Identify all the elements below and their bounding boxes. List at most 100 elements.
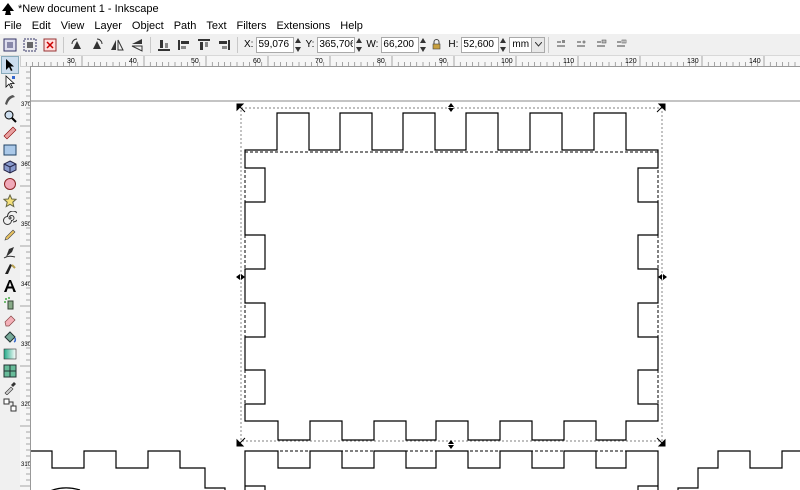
x-label: X: (244, 39, 254, 50)
ruler-label: 120 (625, 58, 637, 65)
scale-handle-bottom[interactable] (448, 440, 454, 449)
units-select[interactable]: mm (509, 36, 546, 53)
menu-path[interactable]: Path (169, 18, 202, 34)
rotate-cw-icon[interactable] (89, 37, 105, 53)
toolbar-separator (150, 36, 151, 53)
mesh-tool-icon[interactable] (2, 363, 18, 379)
zoom-tool-icon[interactable] (2, 108, 18, 124)
ellipse-tool-icon[interactable] (2, 176, 18, 192)
menu-text[interactable]: Text (201, 18, 231, 34)
inkscape-logo-icon (2, 3, 14, 15)
horizontal-ruler[interactable]: 30 40 50 60 70 80 90 100 110 120 130 140 (20, 56, 800, 67)
menu-bar: File Edit View Layer Object Path Text Fi… (0, 18, 800, 34)
selection-bounding-box (240, 107, 663, 442)
box-panel-lower-left[interactable] (31, 450, 226, 490)
w-input[interactable] (381, 36, 420, 53)
h-spin-arrows[interactable] (500, 37, 507, 52)
star-tool-icon[interactable] (2, 193, 18, 209)
transform-patterns-icon[interactable] (614, 37, 630, 53)
flip-vertical-icon[interactable] (129, 37, 145, 53)
pencil-tool-icon[interactable] (2, 227, 18, 243)
lower-to-bottom-icon[interactable] (156, 37, 172, 53)
selector-tool-icon[interactable] (1, 56, 19, 74)
scale-handle-bottom-right[interactable] (656, 437, 666, 447)
spray-tool-icon[interactable] (2, 295, 18, 311)
w-spin-arrows[interactable] (420, 37, 427, 52)
title-bar: *New document 1 - Inkscape (0, 0, 800, 18)
tool-controls-bar: X: Y: W: H: mm (0, 34, 800, 56)
h-spinbox (461, 36, 507, 53)
canvas-drawing (31, 100, 800, 490)
select-all-icon[interactable] (2, 37, 18, 53)
menu-edit[interactable]: Edit (27, 18, 56, 34)
eraser-tool-icon[interactable] (2, 312, 18, 328)
toolbox (0, 56, 21, 490)
rotate-ccw-icon[interactable] (69, 37, 85, 53)
drawing-canvas[interactable] (31, 67, 800, 490)
menu-filters[interactable]: Filters (232, 18, 272, 34)
text-tool-icon[interactable] (2, 278, 18, 294)
3d-box-tool-icon[interactable] (2, 159, 18, 175)
y-spin-arrows[interactable] (356, 37, 363, 52)
gradient-tool-icon[interactable] (2, 346, 18, 362)
ruler-label: 30 (67, 58, 75, 65)
x-spin-arrows[interactable] (295, 37, 302, 52)
calligraphy-tool-icon[interactable] (2, 261, 18, 277)
paint-bucket-tool-icon[interactable] (2, 329, 18, 345)
menu-object[interactable]: Object (127, 18, 169, 34)
h-input[interactable] (461, 36, 500, 53)
menu-file[interactable]: File (0, 18, 27, 34)
w-label: W: (366, 39, 379, 50)
menu-view[interactable]: View (56, 18, 90, 34)
ruler-label: 80 (377, 58, 385, 65)
box-panel-lower-right[interactable] (677, 450, 800, 490)
x-input[interactable] (256, 36, 295, 53)
dropper-tool-icon[interactable] (2, 380, 18, 396)
ruler-label: 40 (129, 58, 137, 65)
ruler-label: 310 (21, 462, 31, 468)
menu-layer[interactable]: Layer (89, 18, 127, 34)
box-panel-lower-middle[interactable] (244, 450, 659, 490)
ruler-label: 110 (563, 58, 574, 65)
scale-handle-left[interactable] (236, 274, 245, 280)
scale-corners-icon[interactable] (574, 37, 590, 53)
toolbar-separator (63, 36, 64, 53)
ruler-label: 60 (253, 58, 261, 65)
x-spinbox (256, 36, 302, 53)
measure-tool-icon[interactable] (2, 125, 18, 141)
ruler-label: 100 (501, 58, 513, 65)
tweak-tool-icon[interactable] (2, 91, 18, 107)
scale-handle-right[interactable] (658, 274, 667, 280)
rectangle-tool-icon[interactable] (2, 142, 18, 158)
menu-extensions[interactable]: Extensions (271, 18, 335, 34)
vertical-ruler[interactable]: 370 360 350 340 330 320 310 (20, 66, 31, 490)
flip-horizontal-icon[interactable] (109, 37, 125, 53)
ruler-label: 320 (21, 402, 31, 408)
window-title: *New document 1 - Inkscape (18, 3, 159, 15)
ruler-label: 70 (315, 58, 323, 65)
lock-icon[interactable] (431, 37, 441, 53)
chevron-down-icon (531, 37, 545, 52)
select-all-layers-icon[interactable] (22, 37, 38, 53)
selected-box-panel[interactable] (244, 112, 659, 441)
transform-gradients-icon[interactable] (594, 37, 610, 53)
menu-help[interactable]: Help (335, 18, 368, 34)
box-panel-lower-middle-tab (245, 485, 658, 490)
scale-handle-top[interactable] (448, 103, 454, 112)
ruler-labels: 370 360 350 340 330 320 310 (21, 102, 31, 468)
y-input[interactable] (317, 36, 356, 53)
spiral-tool-icon[interactable] (2, 210, 18, 226)
raise-icon[interactable] (196, 37, 212, 53)
node-tool-icon[interactable] (2, 74, 18, 90)
lower-icon[interactable] (176, 37, 192, 53)
deselect-icon[interactable] (42, 37, 58, 53)
ruler-labels: 30 40 50 60 70 80 90 100 110 120 130 140 (67, 58, 761, 65)
raise-to-top-icon[interactable] (216, 37, 232, 53)
pen-tool-icon[interactable] (2, 244, 18, 260)
ruler-label: 370 (21, 102, 31, 108)
toolbar-separator (237, 36, 238, 53)
connector-tool-icon[interactable] (2, 397, 18, 413)
ruler-label: 340 (21, 282, 31, 288)
units-value: mm (512, 39, 530, 50)
scale-stroke-icon[interactable] (554, 37, 570, 53)
